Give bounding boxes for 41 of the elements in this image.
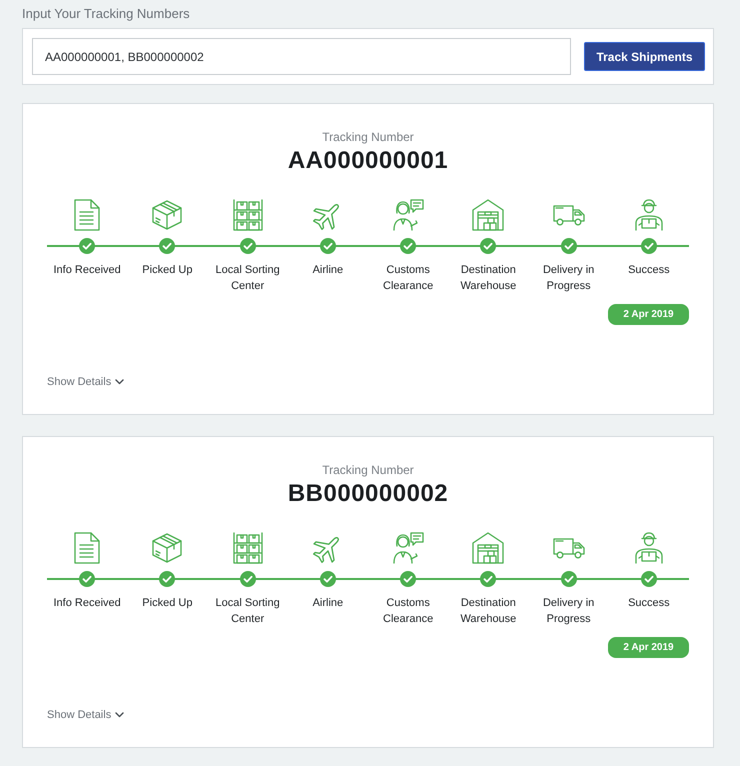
step-label: Success [628,263,670,278]
person-package-icon [634,199,664,231]
document-icon [74,199,100,231]
step-label: Customs Clearance [382,596,434,627]
truck-icon [552,537,585,559]
tracking-input-field[interactable]: AA000000001, BB000000002 [32,38,571,75]
warehouse-icon [472,199,504,231]
person-speech-icon [392,532,424,564]
show-details-toggle[interactable]: Show Details [47,374,124,390]
tracking-number: AA000000001 [288,147,448,175]
step-label: Airline [312,263,344,278]
person-speech-icon [392,199,424,231]
document-icon [74,532,100,564]
package-icon [152,200,182,230]
date-badge: 2 Apr 2019 [608,304,689,325]
step-label: Customs Clearance [382,263,434,294]
step-label: Destination Warehouse [459,263,518,294]
step-label: Delivery in Progress [542,263,596,294]
shelves-icon [232,199,263,231]
person-package-icon [634,532,664,564]
package-icon [152,533,182,563]
step-label: Airline [312,596,344,611]
step-label: Info Received [53,263,121,278]
date-badge: 2 Apr 2019 [608,637,689,658]
step-label: Destination Warehouse [459,596,518,627]
show-details-toggle[interactable]: Show Details [47,707,124,723]
step-label: Picked Up [142,596,192,611]
tracking-number-label: Tracking Number [322,462,414,478]
step-label: Info Received [53,596,121,611]
step-label: Local Sorting Center [214,596,281,627]
step-label: Delivery in Progress [542,596,596,627]
track-shipments-button[interactable]: Track Shipments [584,42,705,71]
tracking-number: BB000000002 [288,480,448,508]
step-label: Picked Up [142,263,192,278]
warehouse-icon [472,532,504,564]
input-label: Input Your Tracking Numbers [22,6,191,22]
step-label: Success [628,596,670,611]
shelves-icon [232,532,263,564]
tracking-number-label: Tracking Number [322,129,414,145]
step-label: Local Sorting Center [214,263,281,294]
truck-icon [552,204,585,226]
